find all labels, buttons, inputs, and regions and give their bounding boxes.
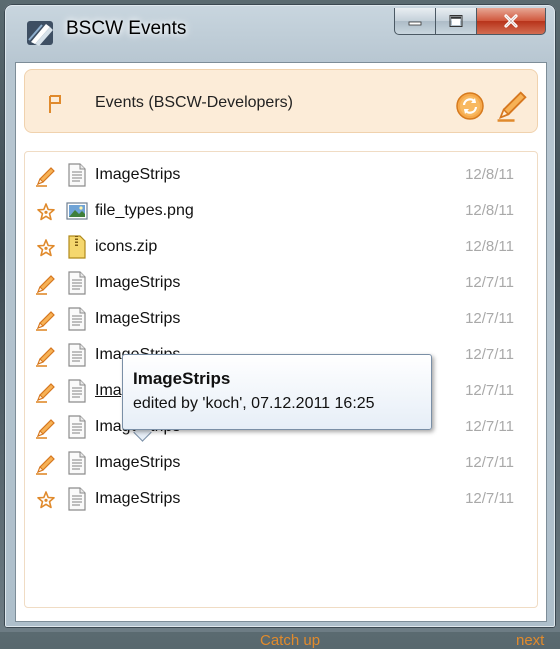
event-file-name[interactable]: ImageStrips xyxy=(95,166,180,184)
event-row[interactable]: ImageStrips 12/7/11 xyxy=(25,446,535,482)
tooltip-detail: edited by 'koch', 07.12.2011 16:25 xyxy=(133,395,375,412)
maximize-button[interactable] xyxy=(436,8,477,35)
text-file-icon xyxy=(66,271,88,295)
event-file-name[interactable]: file_types.png xyxy=(95,202,194,220)
edited-event-icon xyxy=(35,309,57,331)
window-title: BSCW Events xyxy=(66,18,187,39)
tooltip-title: ImageStrips xyxy=(133,369,231,388)
events-panel: Events (BSCW-Developers) ImageStrips 12/8… xyxy=(15,62,547,649)
text-file-icon xyxy=(66,451,88,475)
text-file-icon xyxy=(66,343,88,367)
image-file-icon xyxy=(66,199,88,223)
event-file-name[interactable]: ImageStrips xyxy=(95,310,180,328)
event-date: 12/7/11 xyxy=(465,418,514,435)
edited-event-icon xyxy=(35,345,57,367)
bscw-events-window: BSCW Events Events (BSCW-Developers) Ima… xyxy=(4,4,556,649)
event-row[interactable]: ImageStrips 12/8/11 xyxy=(25,158,535,194)
bscw-logo-icon xyxy=(27,21,53,46)
window-controls xyxy=(394,8,546,36)
sync-icon[interactable] xyxy=(455,91,485,121)
event-row[interactable]: ImageStrips 12/7/11 xyxy=(25,302,535,338)
new-event-icon xyxy=(35,489,57,511)
minimize-button[interactable] xyxy=(394,8,436,35)
text-file-icon xyxy=(66,163,88,187)
edit-events-icon[interactable] xyxy=(495,88,531,122)
new-event-icon xyxy=(35,237,57,259)
event-date: 12/7/11 xyxy=(465,382,514,399)
edited-event-icon xyxy=(35,165,57,187)
event-date: 12/8/11 xyxy=(465,202,514,219)
event-file-name[interactable]: ImageStrips xyxy=(95,454,180,472)
new-event-icon xyxy=(35,201,57,223)
close-icon xyxy=(504,14,518,28)
close-button[interactable] xyxy=(477,8,546,35)
event-file-name[interactable]: icons.zip xyxy=(95,238,157,256)
text-file-icon xyxy=(66,415,88,439)
edited-event-icon xyxy=(35,453,57,475)
event-date: 12/7/11 xyxy=(465,490,514,507)
maximize-icon xyxy=(449,15,463,27)
catch-up-link[interactable]: Catch up xyxy=(260,632,320,649)
event-date: 12/8/11 xyxy=(465,238,514,255)
edited-event-icon xyxy=(35,273,57,295)
text-file-icon xyxy=(66,307,88,331)
event-row[interactable]: file_types.png 12/8/11 xyxy=(25,194,535,230)
item-tooltip: ImageStrips edited by 'koch', 07.12.2011… xyxy=(122,354,432,430)
event-date: 12/8/11 xyxy=(465,166,514,183)
text-file-icon xyxy=(66,487,88,511)
zip-file-icon xyxy=(66,235,88,259)
events-title: Events (BSCW-Developers) xyxy=(95,94,293,111)
event-date: 12/7/11 xyxy=(465,346,514,363)
minimize-icon xyxy=(408,21,422,26)
event-row[interactable]: icons.zip 12/8/11 xyxy=(25,230,535,266)
events-header: Events (BSCW-Developers) xyxy=(24,69,538,133)
event-file-name[interactable]: ImageStrips xyxy=(95,274,180,292)
event-row[interactable]: ImageStrips 12/7/11 xyxy=(25,266,535,302)
event-date: 12/7/11 xyxy=(465,454,514,471)
event-file-name[interactable]: ImageStrips xyxy=(95,490,180,508)
event-date: 12/7/11 xyxy=(465,310,514,327)
event-date: 12/7/11 xyxy=(465,274,514,291)
flag-icon xyxy=(49,95,61,113)
event-row[interactable]: ImageStrips 12/7/11 xyxy=(25,482,535,518)
next-link[interactable]: next xyxy=(516,632,544,649)
title-bar[interactable]: BSCW Events xyxy=(4,4,556,64)
text-file-icon xyxy=(66,379,88,403)
edited-event-icon xyxy=(35,417,57,439)
edited-event-icon xyxy=(35,381,57,403)
